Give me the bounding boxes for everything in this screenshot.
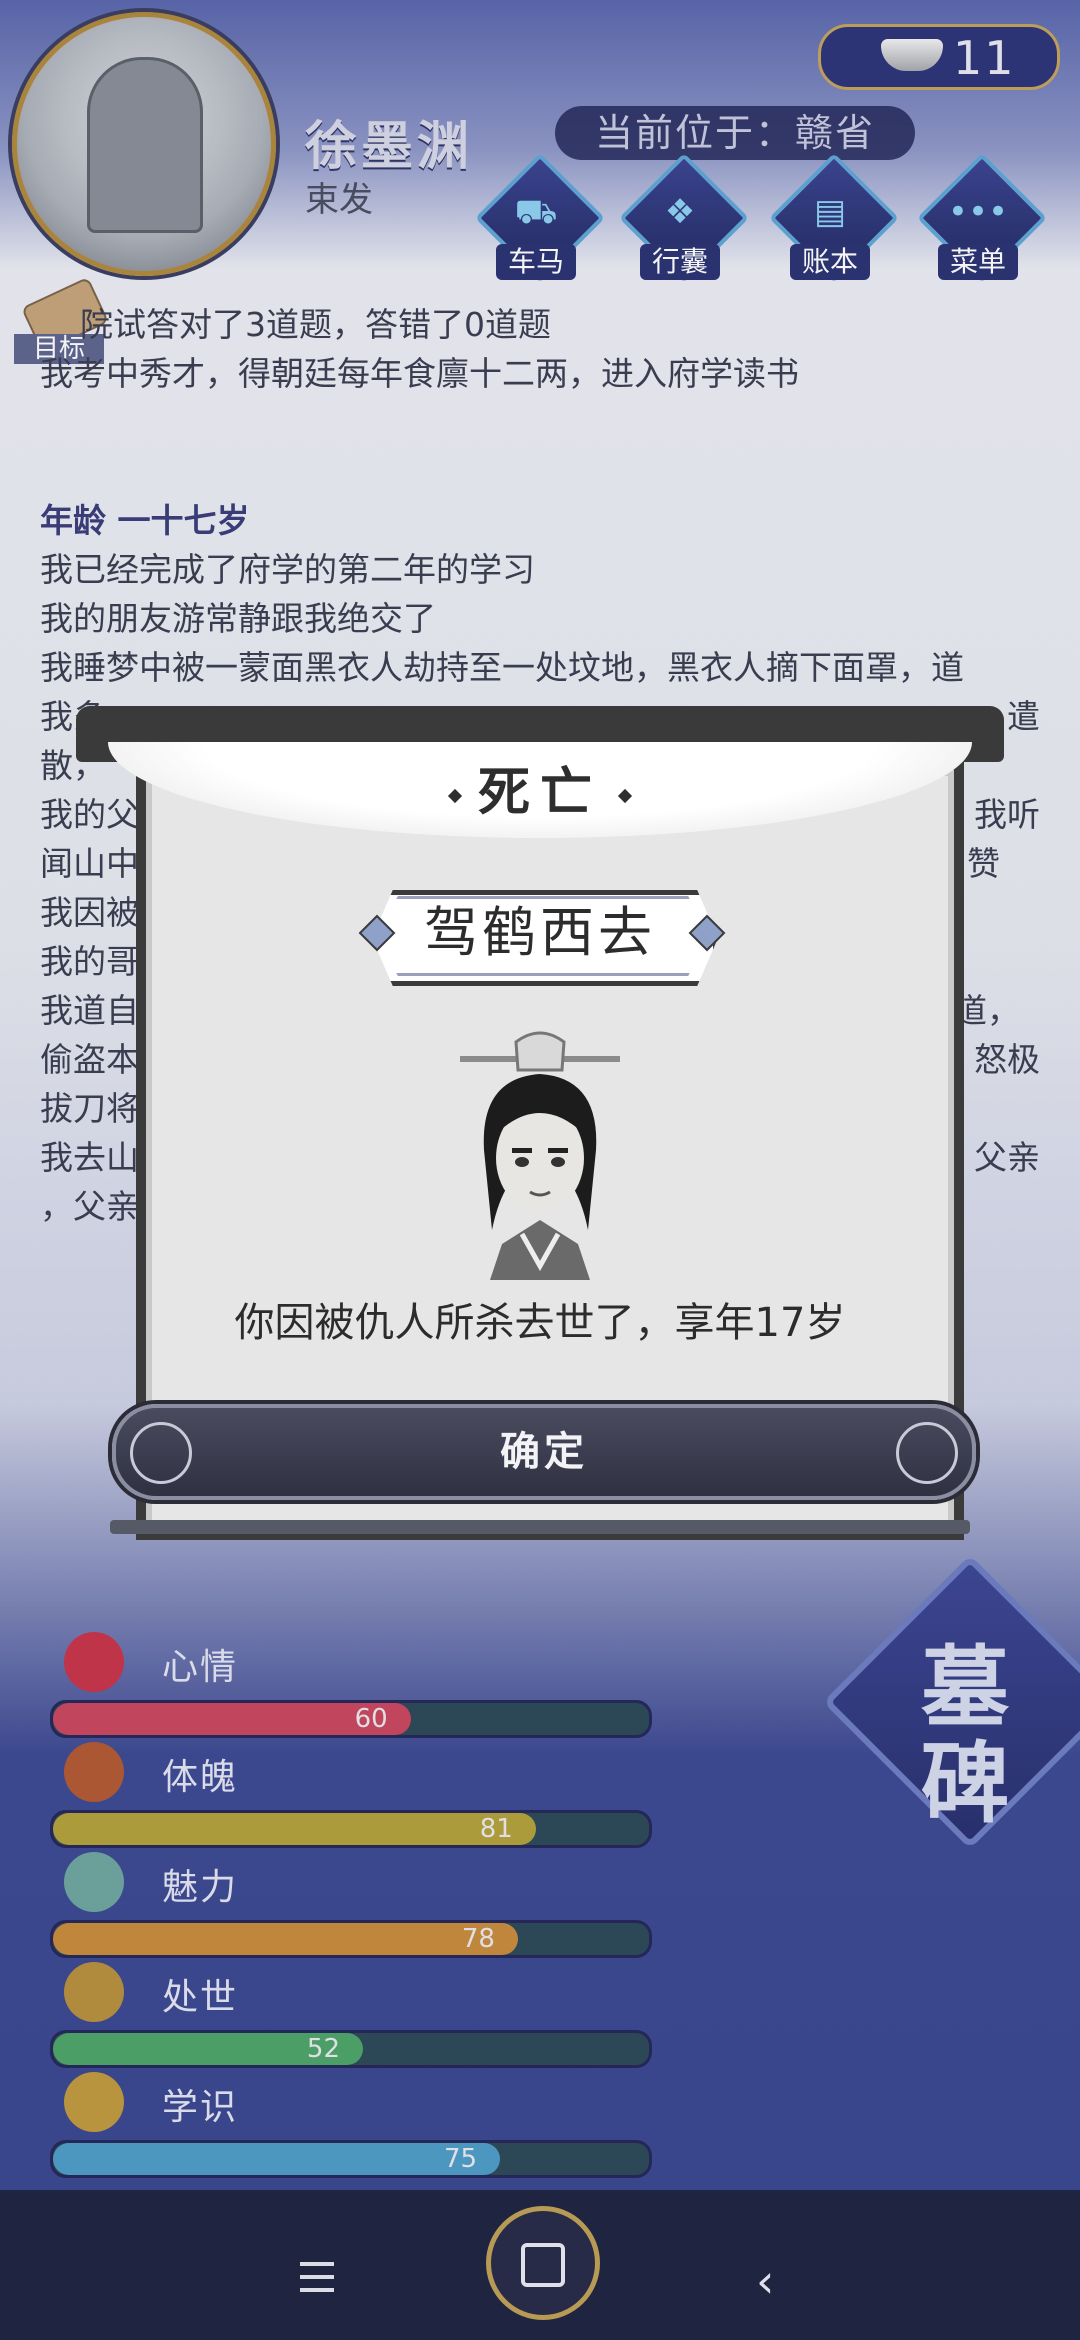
death-banner-text: 驾鹤西去 bbox=[424, 901, 656, 964]
dialog-title: 死亡 bbox=[0, 750, 1080, 825]
confirm-button[interactable]: 确定 bbox=[112, 1404, 976, 1500]
confirm-label: 确定 bbox=[500, 1429, 588, 1475]
character-portrait bbox=[460, 1031, 620, 1280]
home-button[interactable] bbox=[486, 2206, 600, 2320]
home-icon bbox=[521, 2243, 565, 2287]
recent-apps-icon[interactable] bbox=[300, 2262, 334, 2301]
death-message: 你因被仇人所杀去世了，享年17岁 bbox=[234, 1300, 846, 1346]
dialog-bottom-rod bbox=[110, 1520, 970, 1534]
back-icon[interactable]: ‹ bbox=[756, 2254, 774, 2308]
